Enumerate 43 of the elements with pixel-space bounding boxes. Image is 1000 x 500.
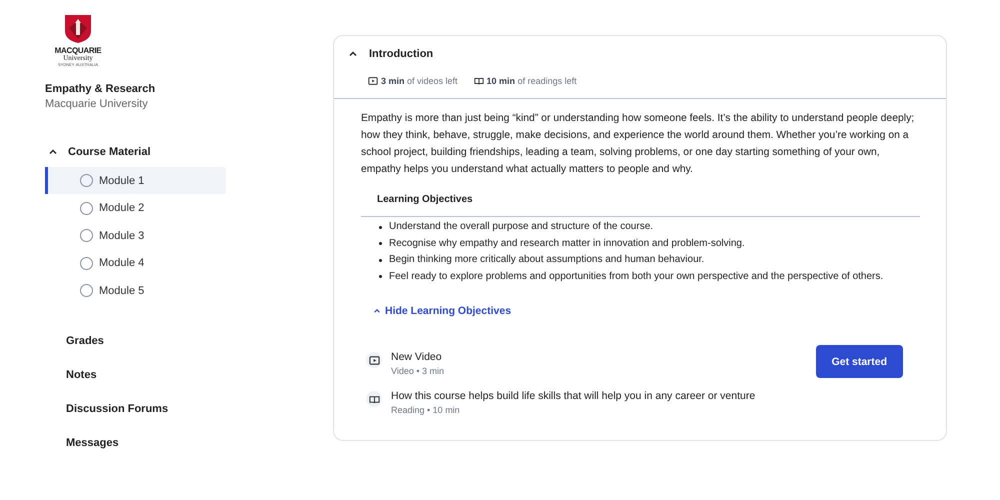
module-item[interactable]: Module 3 xyxy=(45,222,226,249)
get-started-button[interactable]: Get started xyxy=(816,345,903,378)
bullet-icon xyxy=(379,226,382,229)
objective-item: Feel ready to explore problems and opportunities from both your own perspective and the perspective of others. xyxy=(389,270,884,284)
item-title[interactable]: New Video xyxy=(391,351,444,363)
video-icon xyxy=(368,354,380,366)
module-item[interactable]: Module 5 xyxy=(45,277,226,304)
nav-link[interactable]: Messages xyxy=(66,436,226,450)
status-circle-icon xyxy=(80,229,93,242)
book-icon xyxy=(368,394,380,404)
time-left: 10 min of readings left xyxy=(486,76,577,86)
section-toggle[interactable]: Introduction xyxy=(348,48,434,60)
module-item[interactable]: Module 4 xyxy=(45,250,226,276)
objectives-title: Learning Objectives xyxy=(361,194,920,217)
video-icon xyxy=(368,76,378,86)
time-left: 3 min of videos left xyxy=(381,76,458,86)
module-item[interactable]: Module 2 xyxy=(45,194,226,222)
book-icon xyxy=(474,76,484,86)
item-meta: Video • 3 min xyxy=(391,366,444,376)
status-circle-icon xyxy=(80,256,93,270)
status-circle-icon xyxy=(80,174,93,187)
logo-name: MACQUARIE xyxy=(54,46,102,55)
course-provider: Macquarie University xyxy=(45,98,149,110)
objective-item: Understand the overall purpose and structure of the course. xyxy=(389,220,654,234)
hide-objectives-link[interactable]: Hide Learning Objectives xyxy=(373,305,512,317)
bullet-icon xyxy=(379,275,382,278)
shield-icon xyxy=(64,14,92,44)
status-circle-icon xyxy=(80,202,93,214)
nav-link[interactable]: Notes xyxy=(66,368,226,382)
course-material-toggle[interactable]: Course Material xyxy=(45,144,226,160)
bullet-icon xyxy=(379,258,382,262)
module-item[interactable]: Module 1 xyxy=(45,167,226,194)
objective-item: Begin thinking more critically about assumptions and human behaviour. xyxy=(389,253,704,267)
nav-link[interactable]: Discussion Forums xyxy=(66,402,226,416)
bullet-icon xyxy=(379,242,382,246)
item-meta: Reading • 10 min xyxy=(391,405,461,415)
course-title: Empathy & Research xyxy=(45,83,156,95)
item-title[interactable]: How this course helps build life skills that will help you in any career or venture xyxy=(391,390,756,402)
status-circle-icon xyxy=(80,284,93,297)
objective-item: Recognise why empathy and research matter in innovation and problem-solving. xyxy=(389,236,745,250)
description: Empathy is more than just being “kind” or understanding how someone feels. It’s the ability to understand people deeply; how they think, behave, struggle, make decisions, and experience the world around them. Whether you’re working on a school project, building friendships, leading a team, solving problems, or one day starting something of your own, empathy helps you understand what actually matters to people and why. xyxy=(361,112,916,177)
nav-link[interactable]: Grades xyxy=(66,334,226,348)
chevron-icon xyxy=(373,307,381,315)
